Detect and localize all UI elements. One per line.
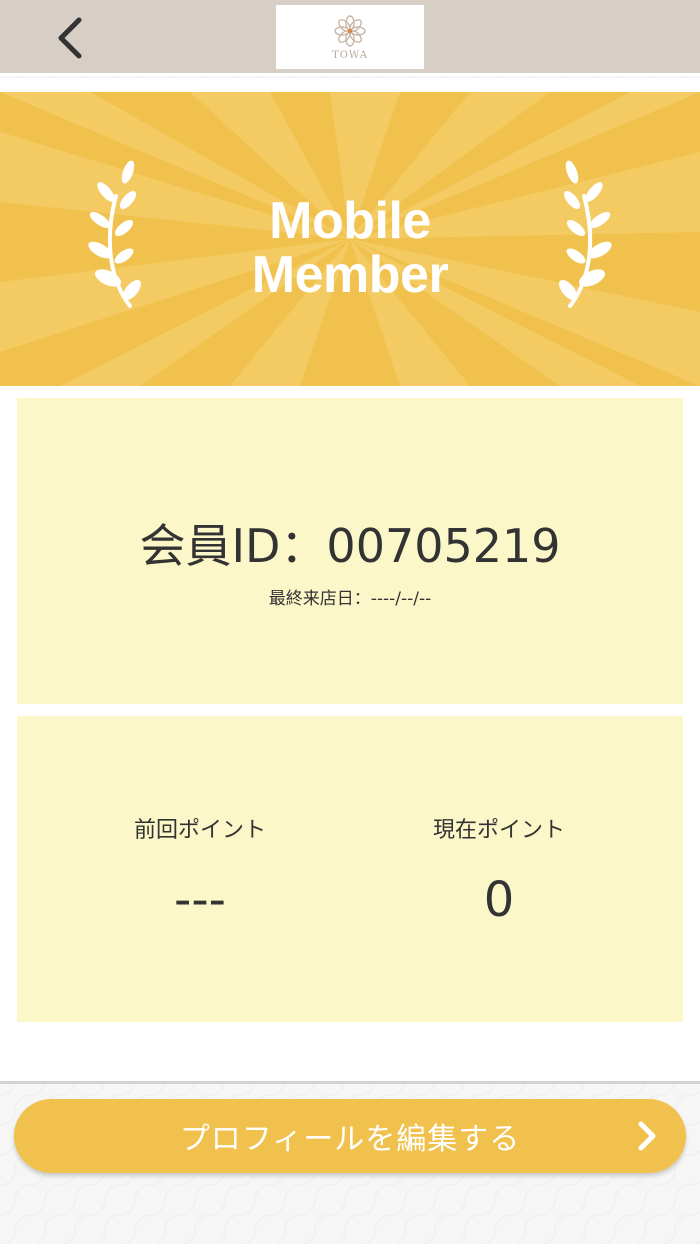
- points-card: 前回ポイント --- 現在ポイント 0: [17, 716, 683, 1022]
- banner-title-line1: Mobile: [269, 192, 431, 250]
- previous-points-label: 前回ポイント: [133, 818, 266, 843]
- current-points-label: 現在ポイント: [432, 818, 565, 843]
- member-id-card: 会員ID：00705219 最終来店日：----/--/--: [17, 398, 683, 704]
- current-points: 現在ポイント 0: [349, 812, 649, 928]
- previous-points: 前回ポイント ---: [50, 812, 350, 928]
- mobile-member-banner: Mobile Member: [0, 92, 700, 386]
- last-visit-date: 最終来店日：----/--/--: [268, 589, 432, 609]
- brand-logo: TOWA: [276, 5, 424, 69]
- chevron-left-icon: [58, 17, 82, 59]
- back-button[interactable]: [40, 6, 100, 70]
- previous-points-value: ---: [174, 872, 226, 928]
- chevron-right-icon: [638, 1121, 656, 1151]
- logo-text: TOWA: [332, 49, 368, 61]
- header-bar: TOWA: [0, 0, 700, 76]
- flower-logo-icon: [334, 14, 366, 47]
- banner-title: Mobile Member: [0, 194, 700, 302]
- banner-title-line2: Member: [251, 246, 449, 304]
- current-points-value: 0: [483, 872, 515, 928]
- member-id: 会員ID：00705219: [139, 519, 561, 573]
- edit-profile-label: プロフィールを編集する: [179, 1122, 521, 1157]
- footer-divider: [0, 1081, 700, 1084]
- edit-profile-button[interactable]: プロフィールを編集する: [14, 1099, 686, 1173]
- main-content: Mobile Member 会員ID：00705219 最終来店日：----/-…: [0, 78, 700, 1082]
